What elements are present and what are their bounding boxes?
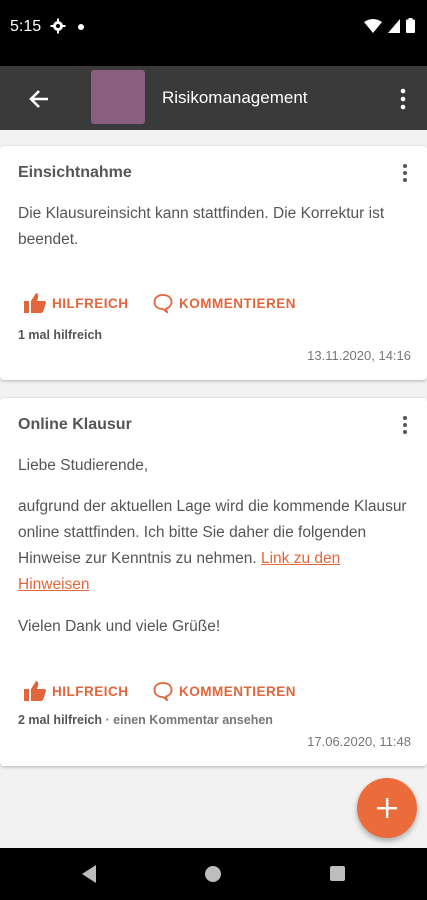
helpful-count: 1 mal hilfreich	[18, 328, 103, 342]
thumb-up-icon	[24, 681, 46, 701]
wifi-icon	[364, 18, 382, 33]
post-title: Online Klausur	[18, 416, 132, 433]
comment-button[interactable]: KOMMENTIEREN	[153, 293, 296, 313]
comment-button[interactable]: KOMMENTIEREN	[153, 681, 296, 701]
post-card: Einsichtnahme Die Klausureinsicht kann s…	[0, 146, 427, 380]
comment-label: KOMMENTIEREN	[179, 683, 296, 699]
status-icons	[364, 18, 415, 33]
plus-icon	[377, 798, 397, 818]
post-title: Einsichtnahme	[18, 164, 132, 181]
app-bar: Risikomanagement	[0, 66, 427, 130]
page-title: Risikomanagement	[162, 88, 308, 107]
post-body: Die Klausureinsicht kann stattfinden. Di…	[18, 205, 385, 248]
avatar	[91, 70, 145, 124]
more-vert-icon[interactable]	[397, 163, 413, 183]
helpful-button[interactable]: HILFREICH	[24, 681, 129, 701]
system-nav-bar	[0, 848, 427, 900]
nav-back-icon[interactable]	[80, 864, 98, 884]
status-time: 5:15	[10, 18, 42, 35]
more-vert-icon[interactable]	[397, 415, 413, 435]
post-body: aufgrund der aktuellen Lage wird die kom…	[18, 498, 407, 593]
signal-icon	[388, 18, 400, 33]
post-closing: Vielen Dank und viele Grüße!	[18, 618, 221, 635]
nav-home-icon[interactable]	[205, 866, 221, 882]
view-comment-link[interactable]: · einen Kommentar ansehen	[102, 713, 273, 727]
post-date: 17.06.2020, 11:48	[307, 734, 411, 749]
post-greeting: Liebe Studierende,	[18, 457, 149, 474]
post-date: 13.11.2020, 14:16	[307, 348, 411, 363]
battery-icon	[406, 18, 415, 33]
helpful-label: HILFREICH	[52, 683, 129, 699]
nav-recents-icon[interactable]	[330, 866, 345, 881]
helpful-count: 2 mal hilfreich · einen Kommentar ansehe…	[18, 713, 273, 727]
comment-icon	[153, 682, 173, 701]
notification-dot-icon	[78, 24, 84, 30]
arrow-back-icon[interactable]	[26, 86, 52, 112]
post-card: Online Klausur Liebe Studierende, aufgru…	[0, 398, 427, 766]
helpful-label: HILFREICH	[52, 295, 129, 311]
helpful-button[interactable]: HILFREICH	[24, 293, 129, 313]
settings-gear-icon	[50, 18, 66, 34]
more-vert-icon[interactable]	[393, 86, 413, 112]
comment-label: KOMMENTIEREN	[179, 295, 296, 311]
status-bar: 5:15	[0, 0, 427, 66]
comment-icon	[153, 294, 173, 313]
add-post-button[interactable]	[357, 778, 417, 838]
thumb-up-icon	[24, 293, 46, 313]
